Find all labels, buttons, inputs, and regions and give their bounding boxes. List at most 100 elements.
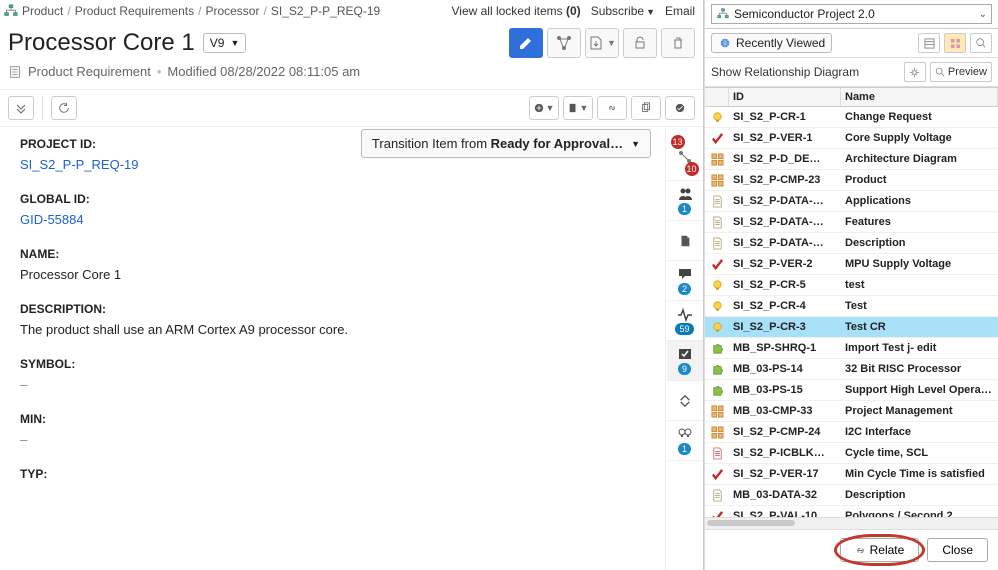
row-id: MB_03-CMP-33 xyxy=(729,403,841,419)
view-locked-link[interactable]: View all locked items (0) xyxy=(452,4,581,18)
table-row[interactable]: MB_03-DATA-32Description xyxy=(705,485,998,506)
puzzle-icon xyxy=(705,340,729,357)
lock-button[interactable] xyxy=(623,28,657,58)
table-row[interactable]: SI_S2_P-VER-1Core Supply Voltage xyxy=(705,128,998,149)
table-row[interactable]: SI_S2_P-CR-3Test CR xyxy=(705,317,998,338)
puzzle-icon xyxy=(705,382,729,399)
table-row[interactable]: SI_S2_P-DATA-…Description xyxy=(705,233,998,254)
relate-button[interactable]: Relate xyxy=(840,538,920,562)
close-button[interactable]: Close xyxy=(927,538,988,562)
bc-requirements[interactable]: Product Requirements xyxy=(75,4,194,18)
globe-icon xyxy=(718,36,732,50)
table-row[interactable]: SI_S2_P-DATA-…Features xyxy=(705,212,998,233)
table-row[interactable]: SI_S2_P-D_DE…Architecture Diagram xyxy=(705,149,998,170)
table-row[interactable]: SI_S2_P-CMP-24I2C Interface xyxy=(705,422,998,443)
row-id: SI_S2_P-VER-17 xyxy=(729,466,841,482)
table-row[interactable]: SI_S2_P-CR-5test xyxy=(705,275,998,296)
value-name: Processor Core 1 xyxy=(20,267,645,282)
check-red-icon xyxy=(705,256,729,273)
resize-tab[interactable] xyxy=(667,381,703,421)
row-name: Import Test j- edit xyxy=(841,340,998,356)
row-name: Product xyxy=(841,172,998,188)
row-id: SI_S2_P-VAL-10 xyxy=(729,508,841,517)
table-row[interactable]: SI_S2_P-CR-4Test xyxy=(705,296,998,317)
table-row[interactable]: SI_S2_P-CMP-23Product xyxy=(705,170,998,191)
table-row[interactable]: SI_S2_P-CR-1Change Request xyxy=(705,107,998,128)
people-tab[interactable]: 1 xyxy=(667,181,703,221)
email-link[interactable]: Email xyxy=(665,4,695,18)
export-dropdown[interactable]: ▼ xyxy=(585,28,619,58)
expand-toggle[interactable] xyxy=(8,96,34,120)
relationship-diagram-link[interactable]: Show Relationship Diagram xyxy=(711,65,859,79)
subscribe-dropdown[interactable]: Subscribe▼ xyxy=(591,4,655,18)
value-global-id[interactable]: GID-55884 xyxy=(20,212,645,227)
horizontal-scrollbar[interactable] xyxy=(705,517,998,529)
meta-modified: Modified 08/28/2022 08:11:05 am xyxy=(167,64,360,79)
check-button[interactable] xyxy=(665,96,695,120)
table-row[interactable]: MB_SP-SHRQ-1Import Test j- edit xyxy=(705,338,998,359)
value-project-id[interactable]: SI_S2_P-P_REQ-19 xyxy=(20,157,645,172)
row-id: SI_S2_P-ICBLK… xyxy=(729,445,841,461)
grid-header: ID Name xyxy=(705,87,998,107)
bc-product[interactable]: Product xyxy=(22,4,63,18)
table-row[interactable]: SI_S2_P-DATA-…Applications xyxy=(705,191,998,212)
add-dropdown[interactable]: ▼ xyxy=(529,96,559,120)
project-selector[interactable]: Semiconductor Project 2.0 ⌄ xyxy=(711,4,992,24)
diagram-settings[interactable] xyxy=(904,62,926,82)
row-name: Min Cycle Time is satisfied xyxy=(841,466,998,482)
label-global-id: GLOBAL ID: xyxy=(20,192,645,206)
search-button[interactable] xyxy=(970,33,992,53)
comments-tab[interactable]: 2 xyxy=(667,261,703,301)
row-id: SI_S2_P-DATA-… xyxy=(729,235,841,251)
row-name: Core Supply Voltage xyxy=(841,130,998,146)
table-row[interactable]: MB_03-PS-1432 Bit RISC Processor xyxy=(705,359,998,380)
attachments-tab[interactable] xyxy=(667,221,703,261)
link-button[interactable] xyxy=(597,96,627,120)
activity-tab[interactable]: 59 xyxy=(667,301,703,341)
row-name: Cycle time, SCL xyxy=(841,445,998,461)
workflow-button[interactable] xyxy=(547,28,581,58)
row-name: Test xyxy=(841,298,998,314)
row-name: Support High Level Operating xyxy=(841,382,998,398)
row-id: SI_S2_P-CR-5 xyxy=(729,277,841,293)
view-list[interactable] xyxy=(918,33,940,53)
doc-icon xyxy=(705,193,729,210)
verify-tab[interactable]: 9 xyxy=(667,341,703,381)
refresh-button[interactable] xyxy=(51,96,77,120)
delete-button[interactable] xyxy=(661,28,695,58)
table-row[interactable]: MB_03-CMP-33Project Management xyxy=(705,401,998,422)
transition-dropdown[interactable]: Transition Item from Ready for Approval…… xyxy=(361,129,651,158)
row-name: Architecture Diagram xyxy=(841,151,998,167)
bc-processor[interactable]: Processor xyxy=(205,4,259,18)
doc-red-icon xyxy=(705,445,729,462)
row-id: SI_S2_P-CR-3 xyxy=(729,319,841,335)
row-name: Applications xyxy=(841,193,998,209)
copy-button[interactable] xyxy=(631,96,661,120)
view-grid[interactable] xyxy=(944,33,966,53)
table-row[interactable]: MB_03-PS-15Support High Level Operating xyxy=(705,380,998,401)
doc-dropdown[interactable]: ▼ xyxy=(563,96,593,120)
edit-button[interactable] xyxy=(509,28,543,58)
relations-tab[interactable]: 13 10 xyxy=(667,133,703,181)
preview-button[interactable]: Preview xyxy=(930,62,992,82)
row-name: Description xyxy=(841,235,998,251)
label-symbol: SYMBOL: xyxy=(20,357,645,371)
row-name: Polygons / Second 2 xyxy=(841,508,998,517)
table-row[interactable]: SI_S2_P-ICBLK…Cycle time, SCL xyxy=(705,443,998,464)
ideas-tab[interactable]: 1 xyxy=(667,421,703,461)
bc-current: SI_S2_P-P_REQ-19 xyxy=(271,4,380,18)
bulb-icon xyxy=(705,277,729,294)
table-row[interactable]: SI_S2_P-VAL-10Polygons / Second 2 xyxy=(705,506,998,517)
row-id: MB_SP-SHRQ-1 xyxy=(729,340,841,356)
recently-viewed-tab[interactable]: Recently Viewed xyxy=(711,33,832,53)
bulb-icon xyxy=(705,109,729,126)
row-id: MB_03-PS-15 xyxy=(729,382,841,398)
table-row[interactable]: SI_S2_P-VER-17Min Cycle Time is satisfie… xyxy=(705,464,998,485)
table-row[interactable]: SI_S2_P-VER-2MPU Supply Voltage xyxy=(705,254,998,275)
tree-icon xyxy=(4,4,18,18)
row-id: SI_S2_P-VER-1 xyxy=(729,130,841,146)
version-dropdown[interactable]: V9▼ xyxy=(203,33,247,53)
grid-body[interactable]: SI_S2_P-CR-1Change RequestSI_S2_P-VER-1C… xyxy=(705,107,998,517)
value-description: The product shall use an ARM Cortex A9 p… xyxy=(20,322,645,337)
row-id: SI_S2_P-CMP-23 xyxy=(729,172,841,188)
